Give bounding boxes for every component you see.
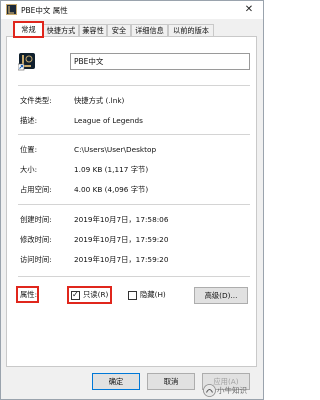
ok-button[interactable]: 确定 [92,373,140,390]
created-label: 创建时间: [20,215,52,224]
accessed-value: 2019年10月7日，17:59:20 [74,255,169,264]
readonly-checkbox[interactable]: ✓ [71,290,80,300]
divider [18,134,250,135]
watermark: 小牛知识 [201,382,263,400]
description-value: League of Legends [74,116,143,125]
divider [18,276,250,277]
size-on-disk-value: 4.00 KB (4,096 字节) [74,185,149,194]
size-label: 大小: [20,165,38,174]
size-on-disk-label: 占用空间: [20,185,52,194]
hidden-label[interactable]: 隐藏(H) [140,290,166,300]
file-name-input[interactable] [70,53,250,70]
cancel-button[interactable]: 取消 [147,373,195,390]
location-label: 位置: [20,145,38,154]
tab-highlight-box [13,21,44,38]
modified-value: 2019年10月7日，17:59:20 [74,235,169,244]
hidden-checkbox[interactable] [128,291,137,300]
created-value: 2019年10月7日，17:58:06 [74,215,169,224]
readonly-label[interactable]: 只读(R) [83,290,108,300]
watermark-text: 小牛知识 [217,386,247,395]
checkmark-icon: ✓ [72,290,79,299]
properties-window: PBE中文 属性 ✕ 常规 快捷方式 兼容性 安全 详细信息 以前的版本 文件类… [0,0,264,400]
description-label: 描述: [20,116,38,125]
location-value: C:\Users\User\Desktop [74,145,157,154]
file-type-value: 快捷方式 (.lnk) [74,96,125,105]
modified-label: 修改时间: [20,235,52,244]
advanced-button[interactable]: 高级(D)... [194,287,248,304]
league-of-legends-icon [18,53,35,71]
shortcut-file-icon [6,4,17,15]
watermark-logo-icon [203,384,216,397]
accessed-label: 访问时间: [20,255,52,264]
attributes-label: 属性: [20,290,38,299]
divider [18,85,250,86]
size-value: 1.09 KB (1,117 字节) [74,165,149,174]
close-icon[interactable]: ✕ [238,2,260,17]
title-bar[interactable]: PBE中文 属性 ✕ [1,1,263,19]
divider [18,204,250,205]
window-title: PBE中文 属性 [21,6,68,15]
file-type-label: 文件类型: [20,96,52,105]
